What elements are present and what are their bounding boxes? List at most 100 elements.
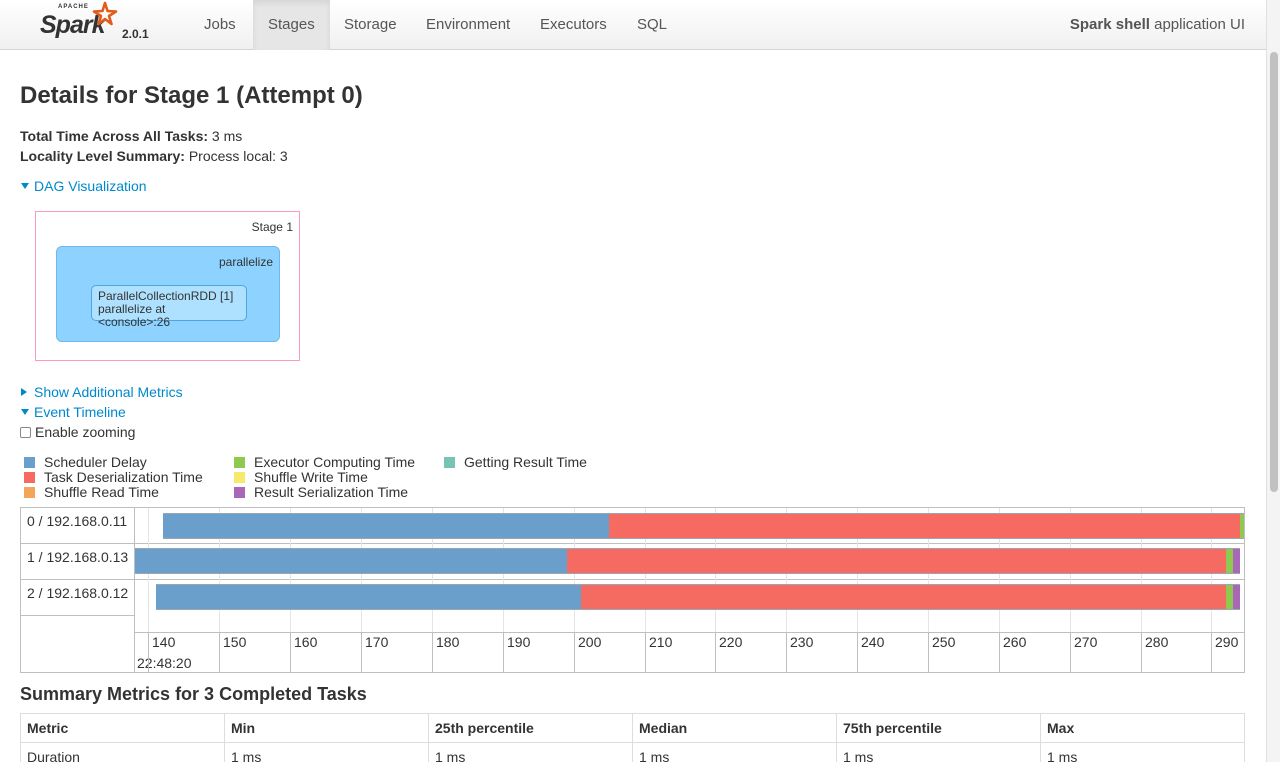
- locality-label: Locality Level Summary:: [20, 148, 185, 164]
- timeline-task-bar-segment[interactable]: [580, 584, 1226, 610]
- table-cell: 1 ms: [836, 742, 1041, 762]
- table-header-row: Metric Min 25th percentile Median 75th p…: [20, 713, 1245, 743]
- arrow-right-icon: [21, 388, 27, 396]
- column-header[interactable]: Median: [632, 713, 837, 743]
- timeline-tick-label: 210: [649, 634, 673, 650]
- timeline-task-bar-segment[interactable]: [1225, 548, 1233, 574]
- legend-swatch: [234, 472, 245, 483]
- enable-zooming-label: Enable zooming: [35, 424, 136, 440]
- column-header[interactable]: Metric: [20, 713, 225, 743]
- timeline-row-divider: [21, 615, 135, 616]
- total-time-label: Total Time Across All Tasks:: [20, 128, 209, 144]
- column-header[interactable]: 75th percentile: [836, 713, 1041, 743]
- timeline-tick-line: [786, 632, 787, 672]
- spark-logo[interactable]: APACHE Spark 2.0.1: [40, 1, 160, 47]
- timeline-tick-line: [999, 632, 1000, 672]
- scrollbar-thumb[interactable]: [1270, 52, 1278, 492]
- event-timeline-label: Event Timeline: [34, 404, 126, 420]
- timeline-tick-line: [432, 632, 433, 672]
- timeline-tick-label: 270: [1074, 634, 1098, 650]
- timeline-task-bar-segment[interactable]: [1232, 548, 1240, 574]
- timeline-tick-line: [1141, 632, 1142, 672]
- total-time-line: Total Time Across All Tasks: 3 ms: [20, 128, 242, 144]
- table-cell: 1 ms: [224, 742, 429, 762]
- event-timeline-chart[interactable]: 0 / 192.168.0.11 1 / 192.168.0.13 2 / 19…: [20, 507, 1245, 673]
- timeline-task-bar-segment[interactable]: [1225, 584, 1233, 610]
- timeline-tick-line: [645, 632, 646, 672]
- timeline-task-bar-segment[interactable]: [162, 513, 610, 539]
- timeline-tick-label: 170: [365, 634, 389, 650]
- tab-executors[interactable]: Executors: [525, 0, 622, 50]
- timeline-tick-label: 200: [578, 634, 602, 650]
- tab-jobs[interactable]: Jobs: [189, 0, 251, 50]
- timeline-task-bar-segment[interactable]: [1232, 584, 1240, 610]
- column-header[interactable]: Max: [1040, 713, 1245, 743]
- dag-rdd-node[interactable]: ParallelCollectionRDD [1] parallelize at…: [91, 285, 247, 329]
- timeline-tick-line: [219, 632, 220, 672]
- spark-version: 2.0.1: [122, 27, 149, 41]
- legend-getting-result: Getting Result Time: [444, 455, 587, 470]
- app-name-bold: Spark shell: [1069, 16, 1150, 33]
- dag-stage-box[interactable]: Stage 1 parallelize ParallelCollectionRD…: [35, 211, 300, 361]
- legend-label: Shuffle Write Time: [254, 469, 368, 485]
- dag-visualization-label: DAG Visualization: [34, 178, 147, 194]
- table-cell: 1 ms: [428, 742, 633, 762]
- timeline-tick-line: [1070, 632, 1071, 672]
- summary-metrics-table: Metric Min 25th percentile Median 75th p…: [20, 713, 1245, 762]
- timeline-tick-label: 220: [719, 634, 743, 650]
- legend-swatch: [444, 457, 455, 468]
- dag-stage-label: Stage 1: [251, 220, 293, 234]
- table-cell: 1 ms: [1040, 742, 1245, 762]
- timeline-tick-line: [1211, 632, 1212, 672]
- enable-zooming-row[interactable]: Enable zooming: [20, 424, 135, 440]
- dag-cluster-parallelize[interactable]: parallelize ParallelCollectionRDD [1] pa…: [56, 246, 280, 342]
- timeline-row-label: 2 / 192.168.0.12: [27, 585, 129, 601]
- timeline-tick-line: [715, 632, 716, 672]
- logo-apache-text: APACHE: [58, 4, 89, 10]
- show-additional-metrics-toggle[interactable]: Show Additional Metrics: [21, 384, 183, 400]
- app-name-suffix: application UI: [1149, 16, 1245, 33]
- event-timeline-toggle[interactable]: Event Timeline: [21, 404, 126, 420]
- timeline-tick-label: 260: [1003, 634, 1027, 650]
- timeline-task-bar-segment[interactable]: [566, 548, 1226, 574]
- summary-metrics-title: Summary Metrics for 3 Completed Tasks: [20, 684, 367, 704]
- column-header[interactable]: 25th percentile: [428, 713, 633, 743]
- timeline-tick-line: [290, 632, 291, 672]
- page-scrollbar[interactable]: [1266, 0, 1280, 762]
- page-title: Details for Stage 1 (Attempt 0): [20, 82, 363, 109]
- timeline-row-label: 0 / 192.168.0.11: [27, 513, 128, 529]
- legend-swatch: [234, 487, 245, 498]
- column-header[interactable]: Min: [224, 713, 429, 743]
- timeline-task-bar-segment[interactable]: [155, 584, 581, 610]
- timeline-tick-label: 190: [507, 634, 531, 650]
- app-name: Spark shell application UI: [1070, 0, 1245, 50]
- tab-stages[interactable]: Stages: [253, 0, 330, 50]
- timeline-tick-label: 240: [861, 634, 885, 650]
- timeline-tick-line: [857, 632, 858, 672]
- legend-label: Executor Computing Time: [254, 454, 416, 470]
- spark-star-icon: [92, 1, 118, 26]
- arrow-down-icon: [21, 409, 29, 415]
- timeline-tick-line: [574, 632, 575, 672]
- tab-sql[interactable]: SQL: [622, 0, 682, 50]
- locality-value: Process local: 3: [184, 148, 288, 164]
- legend-label: Scheduler Delay: [44, 454, 147, 470]
- legend-shuffle-write: Shuffle Write Time: [234, 470, 368, 485]
- timeline-task-bar-segment[interactable]: [1239, 513, 1244, 539]
- legend-label: Result Serialization Time: [254, 484, 409, 500]
- enable-zooming-checkbox[interactable]: [20, 427, 31, 438]
- timeline-task-bar-segment[interactable]: [609, 513, 1240, 539]
- timeline-axis-line: [135, 632, 1244, 633]
- tab-environment[interactable]: Environment: [411, 0, 525, 50]
- timeline-tick-label: 140: [152, 634, 176, 650]
- timeline-tick-label: 250: [932, 634, 956, 650]
- legend-label: Getting Result Time: [464, 454, 587, 470]
- tab-storage[interactable]: Storage: [329, 0, 412, 50]
- timeline-task-bar-segment[interactable]: [135, 548, 567, 574]
- legend-label: Shuffle Read Time: [44, 484, 159, 500]
- dag-visualization-toggle[interactable]: DAG Visualization: [21, 178, 147, 194]
- timeline-tick-label: 150: [223, 634, 247, 650]
- timeline-tick-label: 230: [790, 634, 814, 650]
- timeline-tick-label: 160: [294, 634, 318, 650]
- legend-result-serialization: Result Serialization Time: [234, 485, 408, 500]
